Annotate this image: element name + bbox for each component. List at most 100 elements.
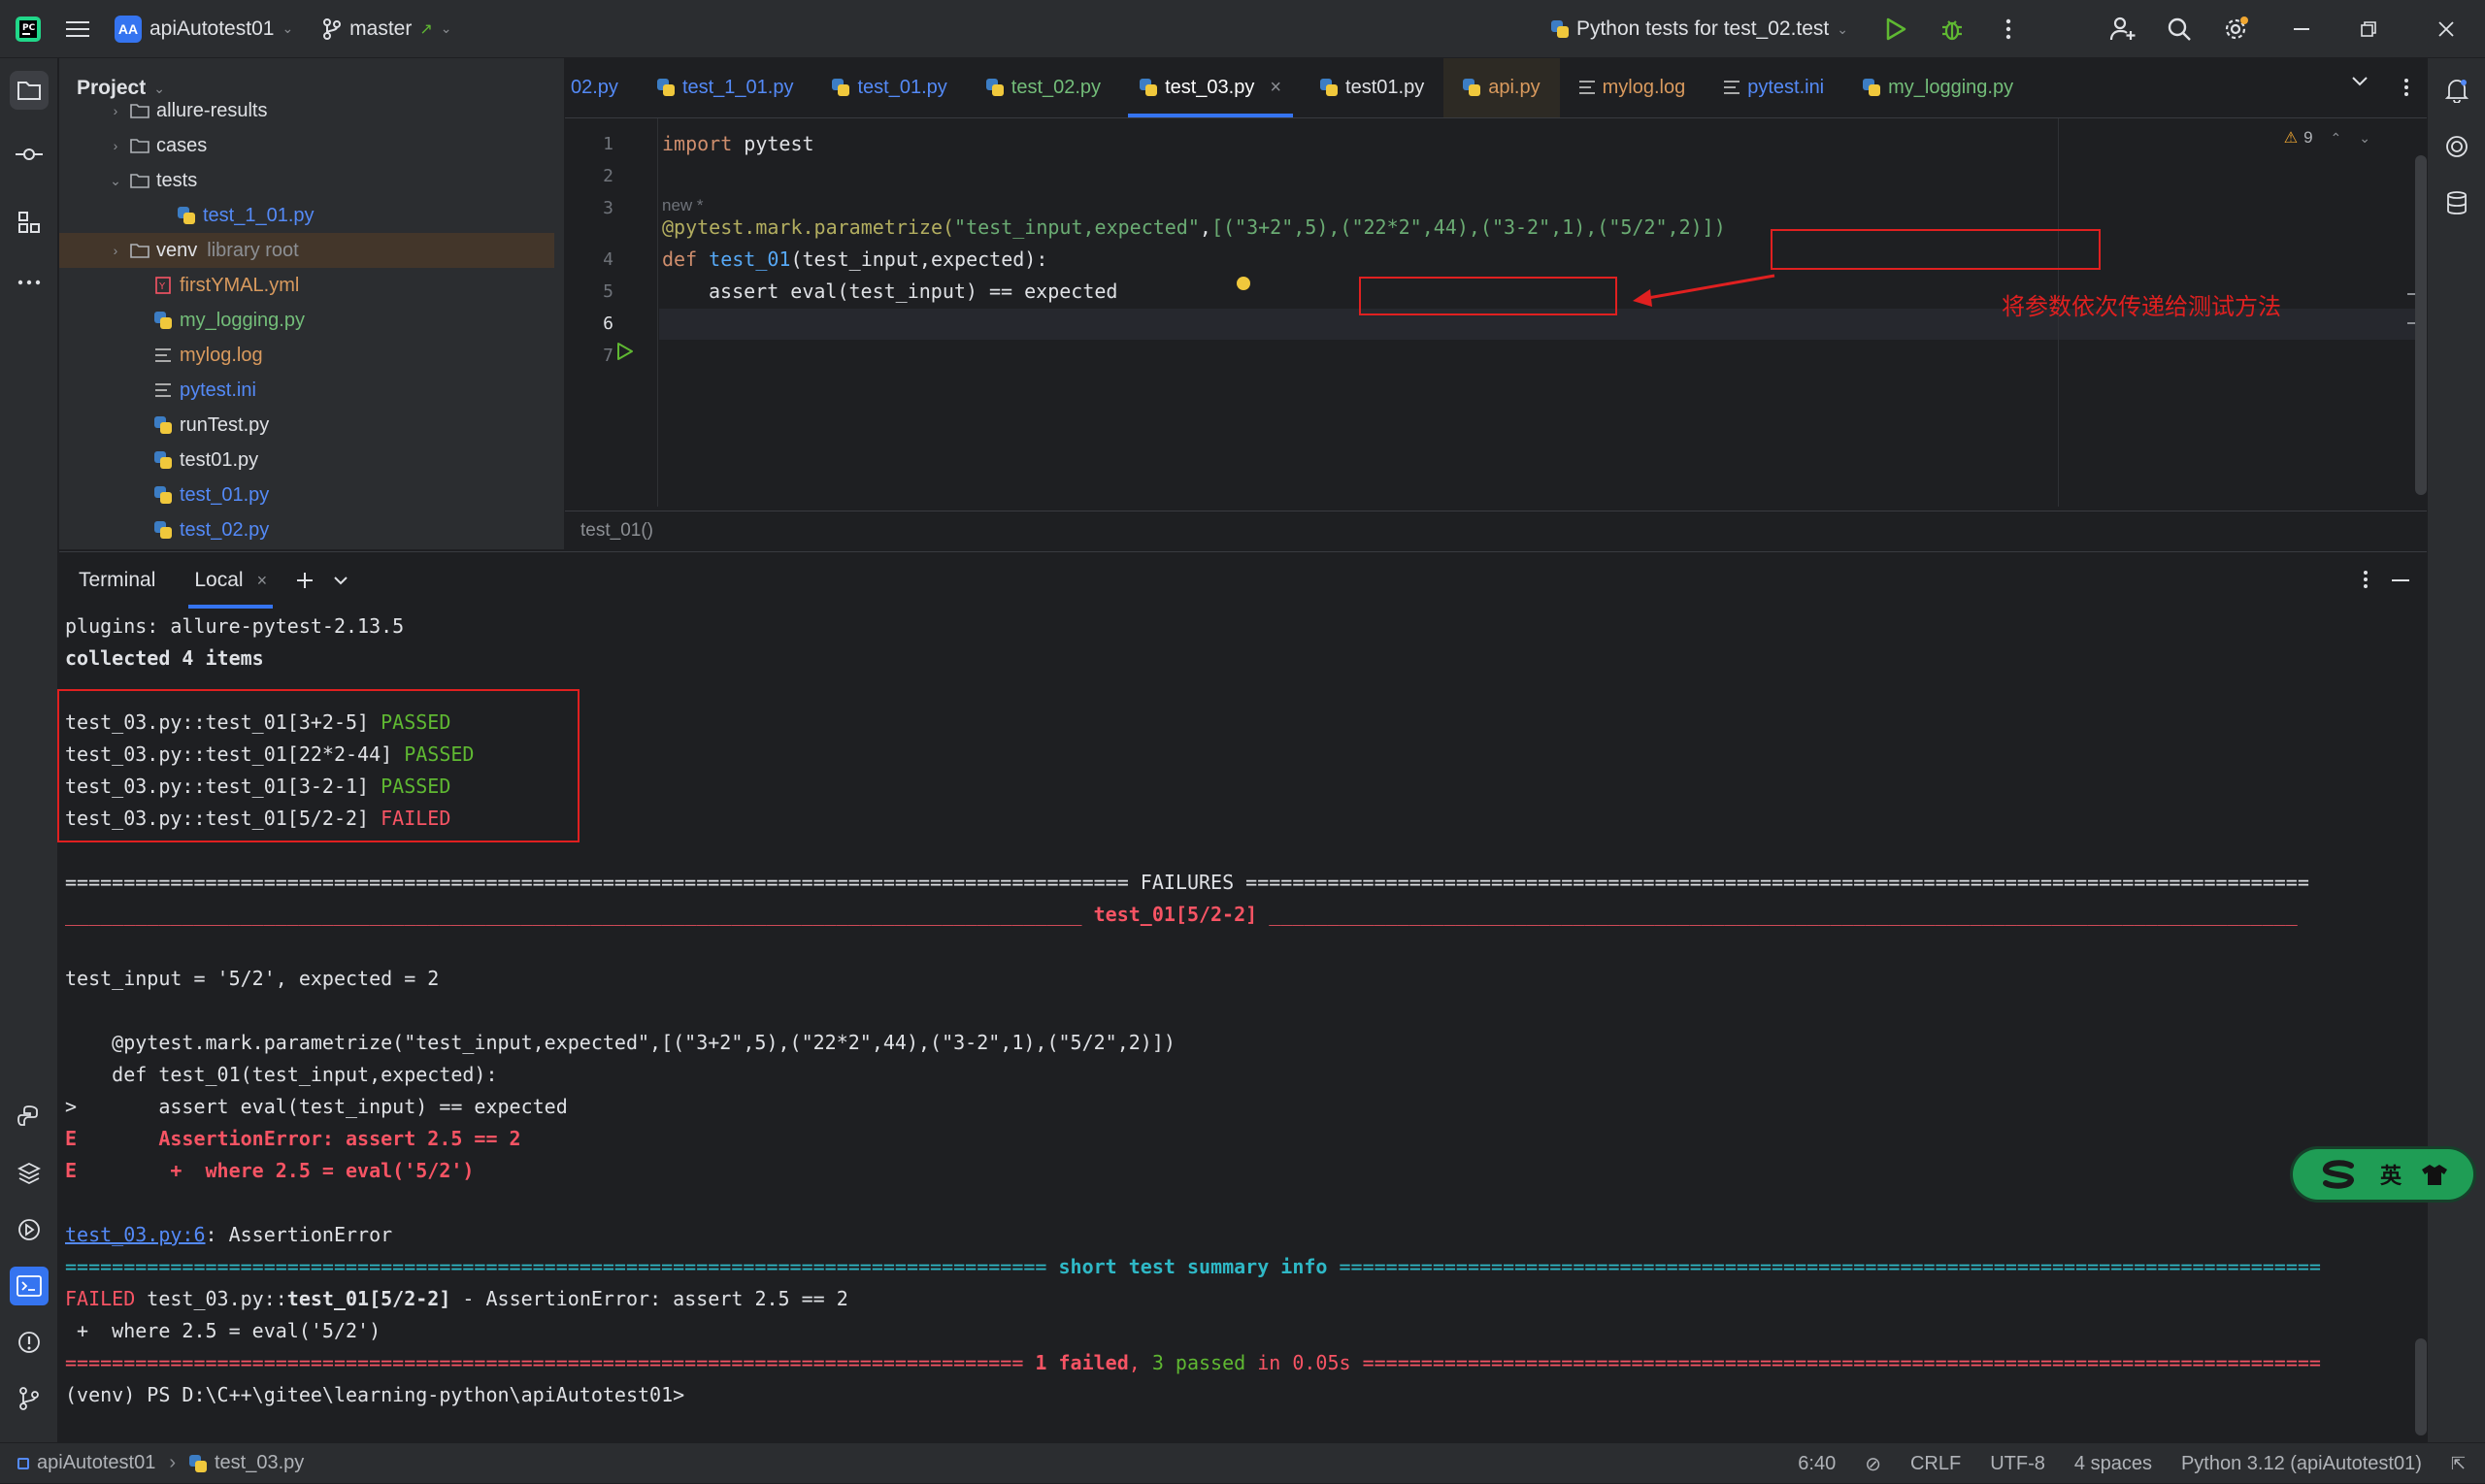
database-icon: [2447, 191, 2467, 214]
python-file-icon: [152, 519, 174, 541]
more-tools-button[interactable]: [0, 254, 58, 311]
chevron-icon[interactable]: ›: [106, 243, 125, 258]
tab-local[interactable]: Local ×: [175, 552, 286, 609]
tab-test01-py[interactable]: test01.py: [1301, 58, 1443, 117]
search-everywhere-button[interactable]: [2151, 0, 2207, 58]
terminal-title-label: Terminal: [79, 569, 156, 591]
tree-item[interactable]: ⌄ tests: [59, 163, 554, 198]
lock-icon[interactable]: ⇱: [2451, 1454, 2466, 1474]
python-interpreter[interactable]: Python 3.12 (apiAutotest01): [2181, 1453, 2422, 1475]
tree-item[interactable]: my_logging.py: [59, 303, 554, 338]
main-menu-icon[interactable]: [50, 0, 105, 58]
tree-item[interactable]: test01.py: [59, 443, 554, 478]
layers-icon: [17, 1162, 42, 1185]
nav-project[interactable]: apiAutotest01: [37, 1452, 155, 1474]
tabs-dropdown-button[interactable]: [2351, 76, 2369, 87]
tree-item[interactable]: › cases: [59, 128, 554, 163]
line-number[interactable]: 3: [565, 198, 613, 218]
indent-setting[interactable]: 4 spaces: [2074, 1453, 2152, 1475]
python-console-button[interactable]: [0, 1089, 58, 1145]
tabs-more-button[interactable]: [2403, 78, 2409, 97]
code-editor[interactable]: import pytest new * @pytest.mark.paramet…: [662, 118, 2021, 507]
app-logo-icon[interactable]: PC: [0, 0, 50, 58]
tab-test-02-py[interactable]: test_02.py: [967, 58, 1120, 117]
tree-item[interactable]: YfirstYMAL.yml: [59, 268, 554, 303]
terminal-tool-button[interactable]: [0, 1258, 58, 1314]
git-tool-button[interactable]: [0, 1370, 58, 1427]
chevron-icon[interactable]: ⌄: [106, 173, 125, 189]
chevron-icon[interactable]: ›: [106, 103, 125, 118]
editor-scrollbar[interactable]: [2415, 155, 2427, 495]
tab-test-01-py[interactable]: test_01.py: [812, 58, 966, 117]
minimize-window-button[interactable]: [2273, 0, 2330, 58]
run-config-selector[interactable]: Python tests for test_02.test ⌄: [1541, 0, 1858, 58]
no-highlighting-icon[interactable]: ⊘: [1865, 1452, 1881, 1476]
run-test-gutter-button[interactable]: [616, 342, 634, 361]
services-tool-button[interactable]: [0, 1202, 58, 1258]
ai-assistant-button[interactable]: [2428, 118, 2485, 175]
terminal-output[interactable]: plugins: allure-pytest-2.13.5 collected …: [57, 614, 2414, 1439]
notifications-button[interactable]: [2428, 62, 2485, 118]
vcs-branch-widget[interactable]: master ↗ ⌄: [313, 0, 461, 58]
line-number[interactable]: 1: [565, 134, 613, 154]
python-file-icon: [152, 310, 174, 331]
tab-test-1-01-py[interactable]: test_1_01.py: [638, 58, 813, 117]
settings-button[interactable]: [2207, 0, 2264, 58]
tab-my-logging-py[interactable]: my_logging.py: [1843, 58, 2033, 117]
ime-widget[interactable]: 英: [2293, 1149, 2473, 1200]
line-separator[interactable]: CRLF: [1910, 1453, 1961, 1475]
tree-item[interactable]: mylog.log: [59, 338, 554, 373]
line-number[interactable]: 6: [565, 313, 613, 334]
inspections-widget[interactable]: ⚠ 9 ⌃ ⌄: [2284, 128, 2370, 148]
project-tool-button[interactable]: [0, 62, 58, 118]
chevron-down-icon: [2352, 77, 2368, 86]
tree-item[interactable]: runTest.py: [59, 408, 554, 443]
debug-button[interactable]: [1924, 0, 1980, 58]
chevron-icon[interactable]: ›: [106, 138, 125, 153]
caret-position[interactable]: 6:40: [1798, 1453, 1836, 1475]
tab-mylog-log[interactable]: mylog.log: [1560, 58, 1706, 117]
more-actions-button[interactable]: [1980, 0, 2037, 58]
close-icon[interactable]: ×: [1270, 77, 1281, 99]
structure-tool-button[interactable]: [0, 194, 58, 250]
tree-item[interactable]: test_02.py: [59, 512, 554, 547]
nav-file[interactable]: test_03.py: [215, 1452, 304, 1474]
line-number-gutter[interactable]: 1 2 3 4 5 6 7: [565, 118, 658, 507]
chevron-down-icon[interactable]: ⌄: [2359, 130, 2370, 147]
problems-tool-button[interactable]: [0, 1314, 58, 1370]
close-icon[interactable]: ×: [257, 571, 268, 591]
tab-api-py[interactable]: api.py: [1443, 58, 1560, 117]
terminal-scrollbar[interactable]: [2415, 1338, 2427, 1435]
tab-02-py[interactable]: 02.py: [565, 58, 638, 117]
close-window-button[interactable]: [2407, 0, 2485, 58]
terminal-options-button[interactable]: [2363, 570, 2369, 589]
line-number[interactable]: 2: [565, 166, 613, 186]
breadcrumb-function[interactable]: test_01(): [580, 520, 653, 542]
line-number[interactable]: 4: [565, 249, 613, 270]
shell-prompt[interactable]: (venv) PS D:\C++\gitee\learning-python\a…: [65, 1383, 684, 1406]
terminal-dropdown-button[interactable]: [323, 552, 358, 609]
restore-window-button[interactable]: [2330, 0, 2407, 58]
tree-item[interactable]: test_01.py: [59, 478, 554, 512]
line-number[interactable]: 5: [565, 281, 613, 302]
intention-bulb-icon[interactable]: [1237, 277, 1250, 290]
commit-tool-button[interactable]: [0, 126, 58, 182]
tab-pytest-ini[interactable]: pytest.ini: [1705, 58, 1843, 117]
line-number[interactable]: 7: [565, 346, 613, 366]
file-encoding[interactable]: UTF-8: [1990, 1453, 2045, 1475]
source-location-link[interactable]: test_03.py:6: [65, 1223, 206, 1246]
database-button[interactable]: [2428, 175, 2485, 231]
tab-test-03-py[interactable]: test_03.py ×: [1120, 58, 1301, 117]
tree-item[interactable]: › allure-results: [59, 93, 554, 128]
editor-breadcrumb[interactable]: test_01(): [565, 511, 2427, 549]
chevron-up-icon[interactable]: ⌃: [2331, 130, 2342, 147]
hide-terminal-button[interactable]: [2392, 579, 2409, 581]
project-switcher[interactable]: AA apiAutotest01 ⌄: [105, 0, 303, 58]
tree-item[interactable]: pytest.ini: [59, 373, 554, 408]
tree-item[interactable]: › venv library root: [59, 233, 554, 268]
new-terminal-button[interactable]: [286, 552, 323, 609]
code-with-me-button[interactable]: [2095, 0, 2151, 58]
tree-item[interactable]: test_1_01.py: [59, 198, 554, 233]
python-packages-button[interactable]: [0, 1145, 58, 1202]
run-button[interactable]: [1868, 0, 1924, 58]
